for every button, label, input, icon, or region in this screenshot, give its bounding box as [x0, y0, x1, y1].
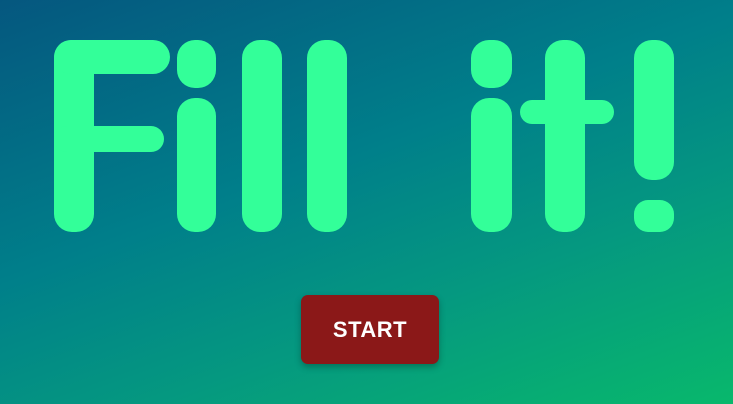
exclamation-mark — [634, 40, 674, 232]
letter-l-first — [242, 40, 282, 232]
letter-t — [520, 40, 614, 232]
letter-l-second — [307, 40, 347, 232]
start-screen: Fill it! START — [0, 0, 733, 404]
letter-i-second — [471, 40, 512, 232]
game-title-logo — [54, 40, 674, 232]
letter-i-first — [177, 40, 216, 232]
letter-F — [54, 40, 170, 232]
start-button[interactable]: START — [301, 295, 439, 364]
